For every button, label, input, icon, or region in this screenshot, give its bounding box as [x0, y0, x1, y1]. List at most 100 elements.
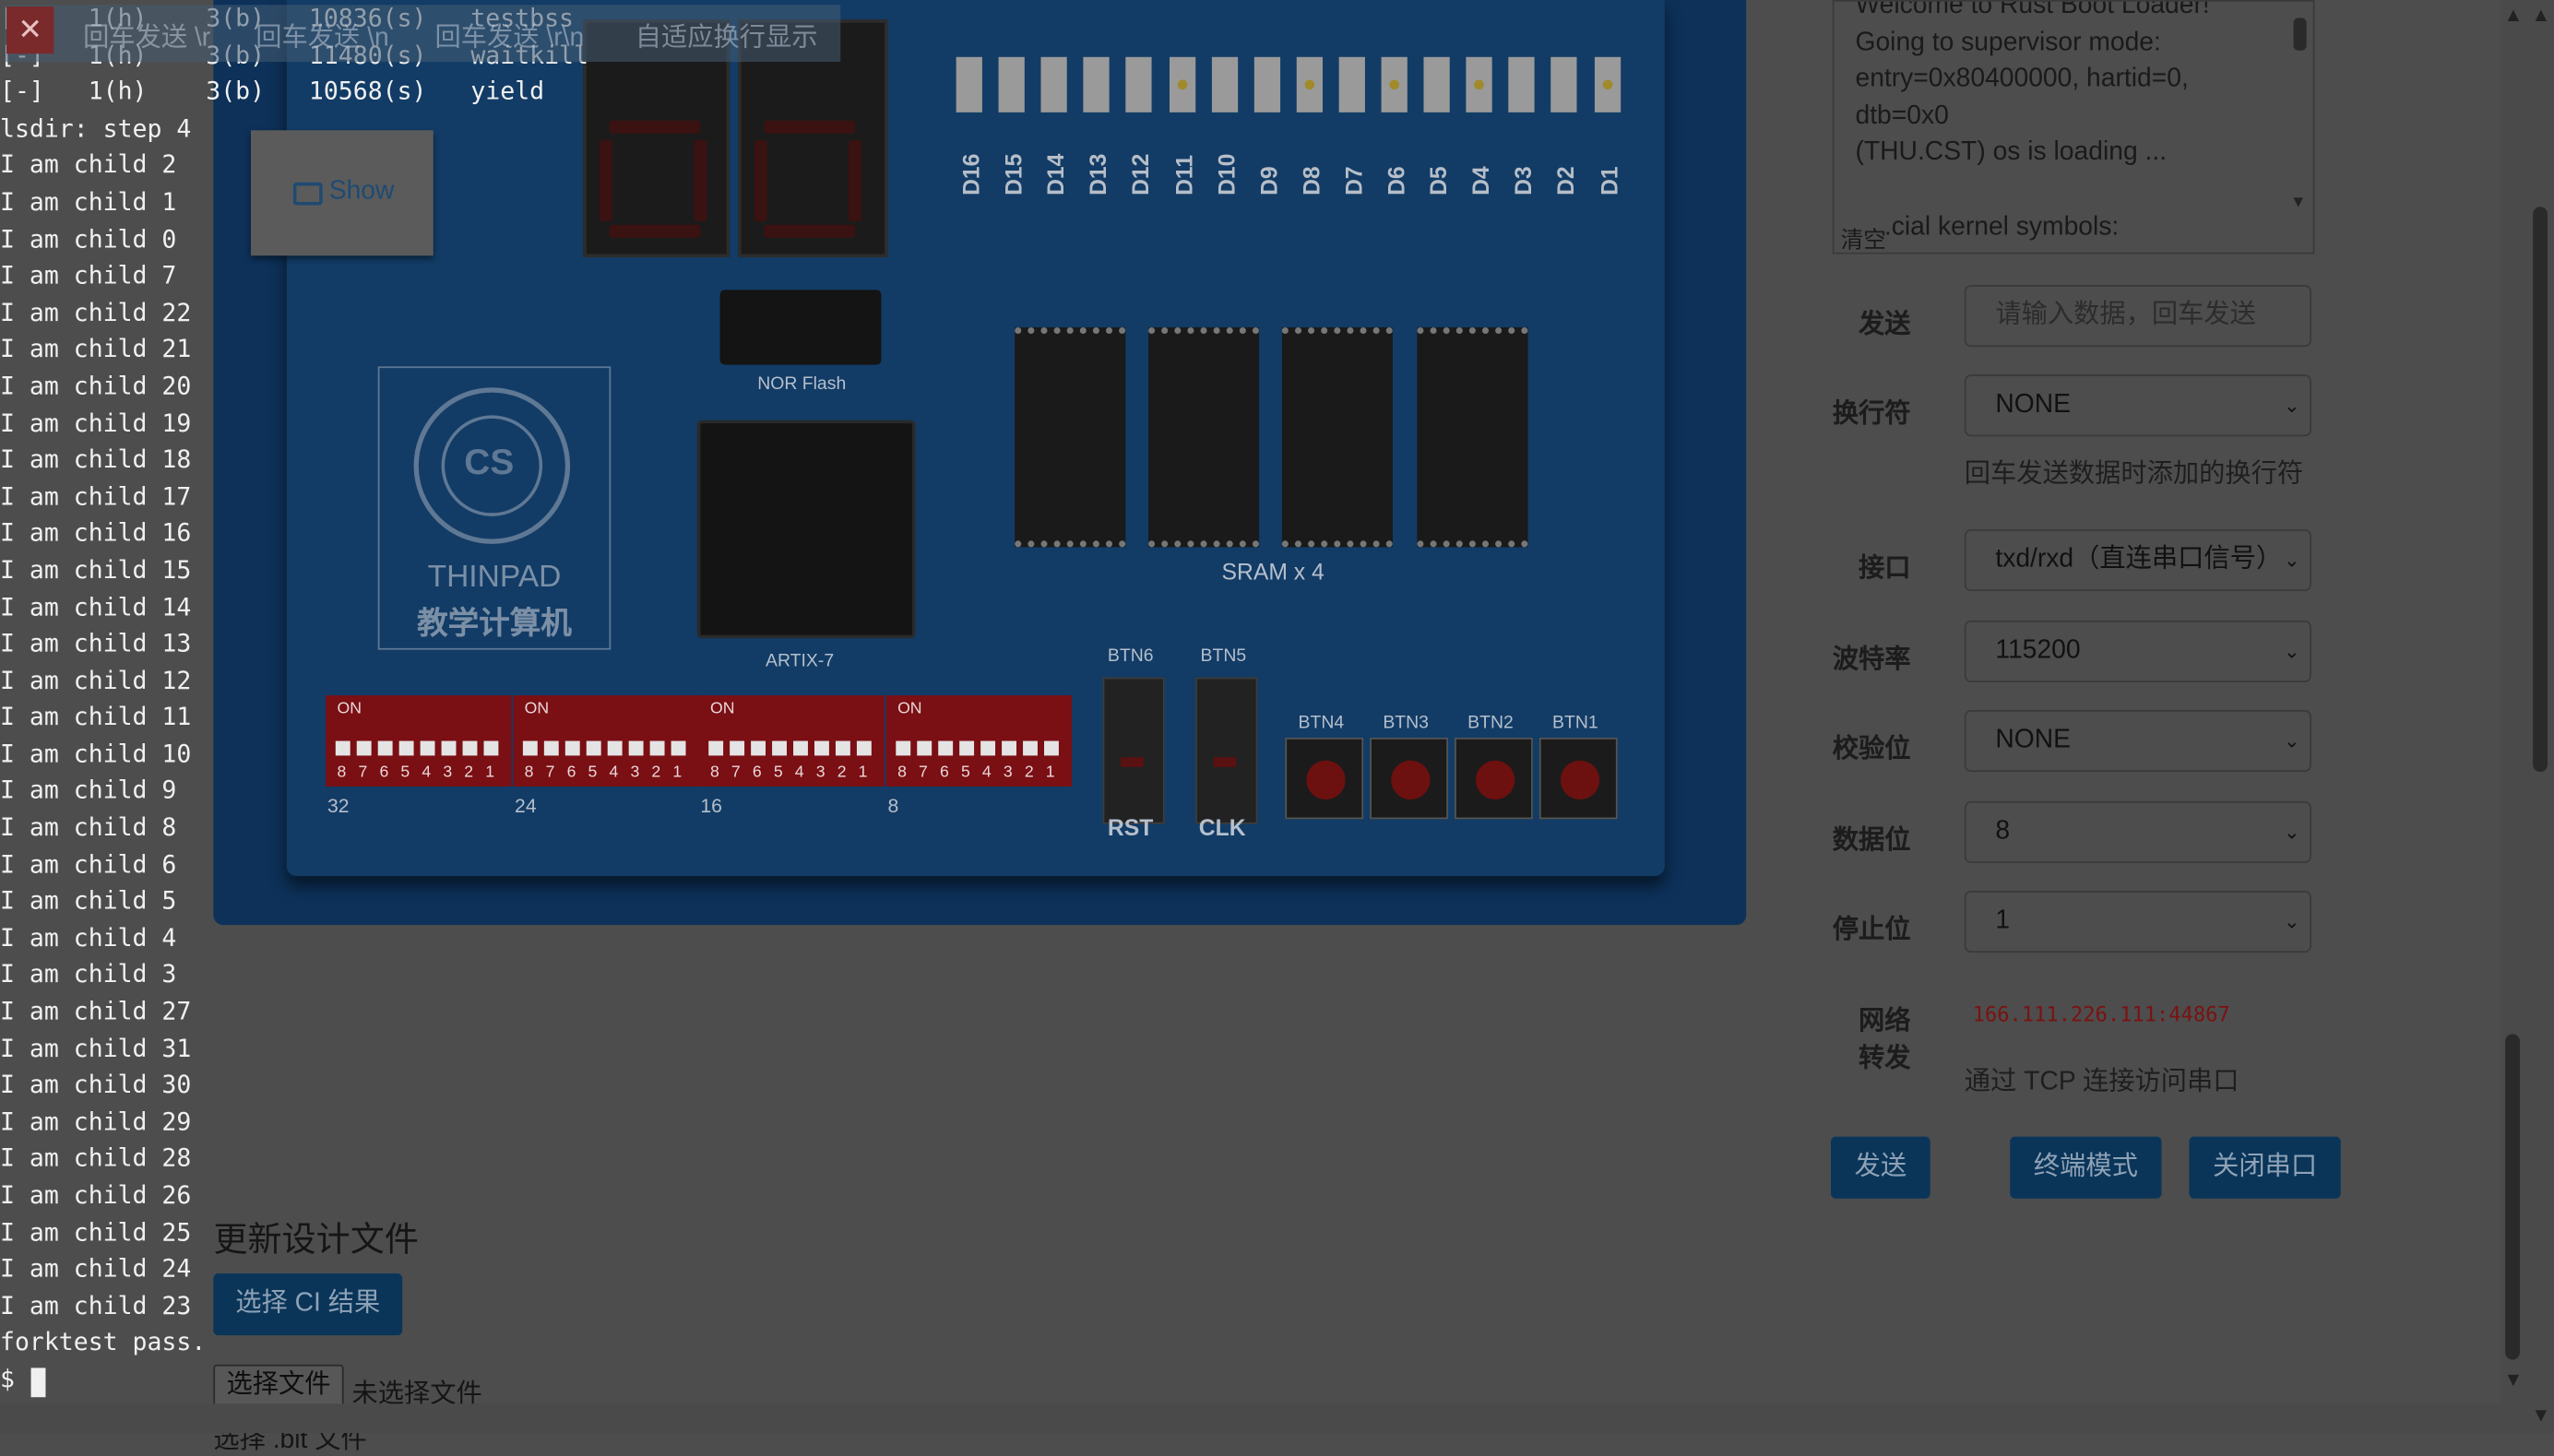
close-icon[interactable]: ✕ — [6, 6, 54, 54]
parity-value: NONE — [1995, 726, 2071, 754]
rst-label: RST — [1107, 814, 1154, 841]
databits-select[interactable]: 8 ⌄ — [1964, 800, 2311, 863]
dip-switch[interactable] — [586, 740, 601, 756]
dip-switch[interactable] — [751, 740, 766, 756]
led — [1381, 56, 1408, 112]
rst-toggle[interactable] — [1102, 677, 1165, 824]
led-on-indicator — [1601, 79, 1612, 90]
dip-switch[interactable] — [772, 740, 787, 756]
tab-adaptive-wrap[interactable]: 自适应换行显示 — [636, 15, 818, 53]
led — [1550, 56, 1578, 112]
dip-switch[interactable] — [896, 740, 911, 756]
terminal-line: I am child 5 — [0, 886, 177, 916]
terminal-line: I am child 19 — [0, 408, 192, 438]
port-select[interactable]: txd/rxd（直连串口信号） ⌄ — [1964, 528, 2311, 592]
dip-switch[interactable] — [856, 740, 872, 756]
led-label: D6 — [1383, 166, 1409, 195]
port-value: txd/rxd（直连串口信号） — [1995, 545, 2283, 574]
databits-label: 数据位 — [1832, 827, 1911, 856]
parity-label: 校验位 — [1832, 736, 1911, 764]
scroll-down-icon[interactable]: ▼ — [2503, 1367, 2523, 1391]
terminal-line: I am child 11 — [0, 702, 192, 732]
dip-switch[interactable] — [814, 740, 829, 756]
dip-switch[interactable] — [835, 740, 850, 756]
terminal-line: I am child 26 — [0, 1180, 192, 1211]
dip-switch[interactable] — [917, 740, 933, 756]
chevron-down-icon: ⌄ — [2283, 910, 2300, 933]
led-label: D8 — [1298, 166, 1325, 195]
scroll-up-icon[interactable]: ▲ — [2503, 4, 2523, 27]
monitor-icon — [292, 182, 323, 206]
newline-select[interactable]: NONE ⌄ — [1964, 374, 2311, 437]
dip-switch[interactable] — [938, 740, 954, 756]
dip-switch[interactable] — [793, 740, 808, 756]
clk-toggle[interactable] — [1195, 677, 1258, 824]
btn6-label: BTN6 — [1107, 646, 1154, 667]
dip-switch-number: 7 — [731, 764, 741, 782]
led-on-indicator — [1474, 79, 1485, 90]
push-button[interactable] — [1285, 737, 1364, 820]
scroll-down-icon[interactable]: ▼ — [2290, 194, 2306, 211]
parity-select[interactable]: NONE ⌄ — [1964, 709, 2311, 773]
terminal-line: I am child 27 — [0, 996, 192, 1026]
newline-label: 换行符 — [1832, 400, 1911, 429]
show-button[interactable]: Show — [250, 130, 434, 256]
serial-output-textarea[interactable]: Welcome to Rust Boot Loader! Going to su… — [1832, 0, 2315, 255]
dip-switch[interactable] — [628, 740, 644, 756]
dip-switch-group[interactable]: ON 8 7 6 5 4 3 2 1 — [698, 695, 885, 787]
push-button[interactable] — [1370, 737, 1448, 820]
dip-switch[interactable] — [607, 740, 623, 756]
dip-switch[interactable] — [708, 740, 724, 756]
led-label: D1 — [1595, 166, 1622, 195]
dip-switch[interactable] — [649, 740, 665, 756]
send-label: 发送 — [1858, 311, 1911, 339]
stopbits-select[interactable]: 1 ⌄ — [1964, 891, 2311, 953]
dip-switch[interactable] — [980, 740, 996, 756]
scroll-down-icon[interactable]: ▼ — [2531, 1403, 2550, 1426]
select-ci-button[interactable]: 选择 CI 结果 — [213, 1273, 403, 1336]
led-label: D11 — [1170, 154, 1197, 195]
dip-switch[interactable] — [671, 740, 686, 756]
clear-button[interactable]: 清空 — [1840, 222, 1887, 253]
led-label: D4 — [1467, 166, 1494, 195]
send-input[interactable]: 请输入数据，回车发送 — [1964, 285, 2311, 348]
horizontal-scrollbar[interactable] — [0, 1403, 2501, 1434]
sram-chip — [1148, 326, 1260, 548]
terminal-line: I am child 28 — [0, 1143, 192, 1174]
led-label: D9 — [1255, 166, 1282, 195]
textarea-scrollbar[interactable] — [2293, 18, 2307, 51]
terminal-line: I am child 9 — [0, 775, 177, 806]
dip-switch[interactable] — [959, 740, 975, 756]
scrollbar-thumb[interactable] — [2505, 1034, 2521, 1360]
push-button-label: BTN4 — [1298, 713, 1345, 733]
led — [1253, 56, 1280, 112]
dip-switch-group[interactable]: ON 8 7 6 5 4 3 2 1 — [885, 695, 1073, 787]
terminal-line: I am child 15 — [0, 555, 192, 585]
push-button-cap — [1391, 760, 1431, 800]
choose-file-button[interactable]: 选择文件 — [213, 1364, 344, 1407]
dip-switch[interactable] — [1044, 740, 1059, 756]
tab-enter-lf[interactable]: 回车发送 \n — [255, 15, 388, 53]
dip-switch[interactable] — [730, 740, 745, 756]
forward-label-1: 网络 — [1858, 1008, 1911, 1036]
scroll-up-icon[interactable]: ▲ — [2531, 4, 2550, 27]
push-button[interactable] — [1538, 737, 1618, 820]
dip-switch[interactable] — [1002, 740, 1016, 756]
led — [998, 56, 1025, 112]
tab-enter-crlf[interactable]: 回车发送 \r\n — [435, 15, 585, 53]
send-button[interactable]: 发送 — [1830, 1136, 1930, 1199]
terminal-line: I am child 29 — [0, 1107, 192, 1137]
terminal-line: I am child 13 — [0, 628, 192, 658]
push-button[interactable] — [1455, 737, 1533, 820]
terminal-mode-button[interactable]: 终端模式 — [2010, 1136, 2162, 1199]
close-serial-button[interactable]: 关闭串口 — [2189, 1136, 2341, 1199]
led — [956, 56, 982, 112]
tab-enter-cr[interactable]: 回车发送 \r — [83, 15, 210, 53]
terminal-line: I am child 30 — [0, 1070, 192, 1100]
baud-select[interactable]: 115200 ⌄ — [1964, 620, 2311, 682]
led-label: D13 — [1085, 153, 1111, 195]
scrollbar-thumb[interactable] — [2533, 207, 2548, 773]
dip-switch[interactable] — [1023, 740, 1038, 756]
dip-group-label: 16 — [700, 794, 722, 818]
forward-address[interactable]: 166.111.226.111:44867 — [1973, 1001, 2230, 1025]
